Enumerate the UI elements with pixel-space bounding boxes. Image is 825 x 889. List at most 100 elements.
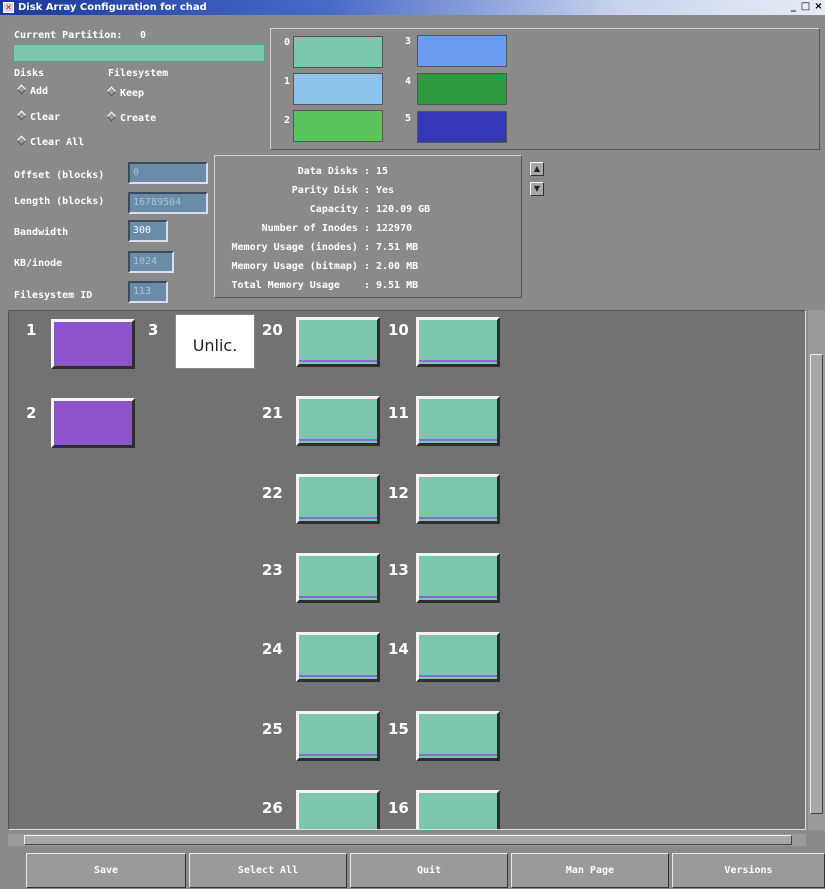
- stat-label-mem-inodes: Memory Usage (inodes) :: [231, 242, 370, 253]
- length-field[interactable]: 16789504: [128, 192, 208, 214]
- stat-label-total-mem: Total Memory Usage :: [231, 280, 370, 291]
- disk-1[interactable]: [51, 319, 135, 369]
- radio-diamond-icon: [106, 86, 117, 97]
- disk-label-13: 13: [388, 561, 409, 579]
- disk-label-15: 15: [388, 720, 409, 738]
- stat-label-data-disks: Data Disks :: [297, 166, 370, 177]
- disk-25[interactable]: [296, 711, 380, 761]
- radio-clear-all[interactable]: Clear All: [16, 135, 84, 148]
- disk-16[interactable]: [416, 790, 500, 829]
- disk-12[interactable]: [416, 474, 500, 524]
- disk-label-25: 25: [262, 720, 283, 738]
- partition-down-button[interactable]: ▼: [530, 182, 544, 196]
- disk-label-14: 14: [388, 640, 409, 658]
- disk-23[interactable]: [296, 553, 380, 603]
- disk-22[interactable]: [296, 474, 380, 524]
- disk-15[interactable]: [416, 711, 500, 761]
- disk-26[interactable]: [296, 790, 380, 829]
- versions-button[interactable]: Versions: [672, 853, 825, 888]
- radio-keep-label: Keep: [120, 88, 145, 99]
- legend-swatch-0[interactable]: [293, 36, 383, 68]
- current-partition-label: Current Partition:: [14, 30, 123, 41]
- radio-diamond-icon: [106, 111, 117, 122]
- legend-swatch-4[interactable]: [417, 73, 507, 105]
- kb-inode-field[interactable]: 1024: [128, 251, 174, 273]
- partition-up-button[interactable]: ▲: [530, 162, 544, 176]
- disk-label-24: 24: [262, 640, 283, 658]
- horizontal-scrollbar[interactable]: [8, 834, 806, 846]
- disk-label-21: 21: [262, 404, 283, 422]
- legend-swatch-3[interactable]: [417, 35, 507, 67]
- stat-label-capacity: Capacity :: [309, 204, 370, 215]
- button-bar: Save Select All Quit Man Page Versions: [0, 852, 825, 889]
- radio-keep[interactable]: Keep: [106, 86, 145, 99]
- stat-value-data-disks: 15: [376, 166, 389, 177]
- disk-label-1: 1: [26, 321, 37, 339]
- legend-swatch-1[interactable]: [293, 73, 383, 105]
- stat-label-parity-disk: Parity Disk :: [291, 185, 370, 196]
- stat-value-total-mem: 9.51 MB: [376, 280, 419, 291]
- disk-label-11: 11: [388, 404, 409, 422]
- disk-2[interactable]: [51, 398, 135, 448]
- filesystem-heading: Filesystem: [108, 68, 169, 79]
- disk-11[interactable]: [416, 396, 500, 446]
- disks-heading: Disks: [14, 68, 45, 79]
- radio-clear[interactable]: Clear: [16, 110, 61, 123]
- filesystem-id-field[interactable]: 113: [128, 281, 168, 303]
- disk-label-23: 23: [262, 561, 283, 579]
- length-label: Length (blocks): [14, 196, 105, 207]
- offset-label: Offset (blocks): [14, 170, 105, 181]
- bandwidth-field[interactable]: 300: [128, 220, 168, 242]
- maximize-button[interactable]: □: [800, 1, 811, 13]
- disk-24[interactable]: [296, 632, 380, 682]
- disk-21[interactable]: [296, 396, 380, 446]
- legend-swatch-2[interactable]: [293, 110, 383, 142]
- vertical-scroll-thumb[interactable]: [810, 354, 823, 814]
- filesystem-id-label: Filesystem ID: [14, 290, 93, 301]
- arrow-down-icon: ▼: [533, 184, 541, 193]
- horizontal-scroll-thumb[interactable]: [24, 835, 792, 845]
- current-partition-value: 0: [140, 30, 147, 41]
- legend-num-1: 1: [284, 76, 291, 87]
- disk-canvas: 1 2 3 Unlic. 20 21 22 23 24 25 26 10 11 …: [8, 310, 806, 830]
- radio-clear-label: Clear: [30, 112, 61, 123]
- radio-diamond-icon: [16, 135, 27, 146]
- stat-value-mem-inodes: 7.51 MB: [376, 242, 419, 253]
- disk-13[interactable]: [416, 553, 500, 603]
- window-title: Disk Array Configuration for chad: [18, 2, 207, 13]
- disk-label-10: 10: [388, 321, 409, 339]
- disk-3-unlicensed[interactable]: Unlic.: [175, 314, 255, 369]
- vertical-scrollbar[interactable]: [808, 310, 825, 830]
- close-button[interactable]: ×: [813, 1, 824, 13]
- disk-label-20: 20: [262, 321, 283, 339]
- stat-value-mem-bitmap: 2.00 MB: [376, 261, 419, 272]
- minimize-button[interactable]: _: [788, 1, 799, 13]
- stat-value-capacity: 120.09 GB: [376, 204, 431, 215]
- disk-20[interactable]: [296, 317, 380, 367]
- bandwidth-label: Bandwidth: [14, 227, 69, 238]
- radio-create[interactable]: Create: [106, 111, 156, 124]
- legend-num-0: 0: [284, 37, 291, 48]
- save-button[interactable]: Save: [26, 853, 186, 888]
- man-page-button[interactable]: Man Page: [511, 853, 669, 888]
- quit-button[interactable]: Quit: [350, 853, 508, 888]
- select-all-button[interactable]: Select All: [189, 853, 347, 888]
- app-icon: ✕: [3, 2, 14, 13]
- kb-inode-label: KB/inode: [14, 258, 63, 269]
- legend-num-3: 3: [405, 36, 412, 47]
- disk-label-12: 12: [388, 484, 409, 502]
- legend-swatch-5[interactable]: [417, 111, 507, 143]
- stat-label-mem-bitmap: Memory Usage (bitmap) :: [231, 261, 370, 272]
- legend-num-4: 4: [405, 76, 412, 87]
- disk-label-16: 16: [388, 799, 409, 817]
- offset-field[interactable]: 0: [128, 162, 208, 184]
- stat-value-inodes: 122970: [376, 223, 413, 234]
- title-bar: ✕ Disk Array Configuration for chad _ □ …: [0, 0, 825, 15]
- legend-num-2: 2: [284, 115, 291, 126]
- radio-diamond-icon: [16, 84, 27, 95]
- disk-label-2: 2: [26, 404, 37, 422]
- disk-14[interactable]: [416, 632, 500, 682]
- radio-add[interactable]: Add: [16, 84, 48, 97]
- disk-10[interactable]: [416, 317, 500, 367]
- disk-label-26: 26: [262, 799, 283, 817]
